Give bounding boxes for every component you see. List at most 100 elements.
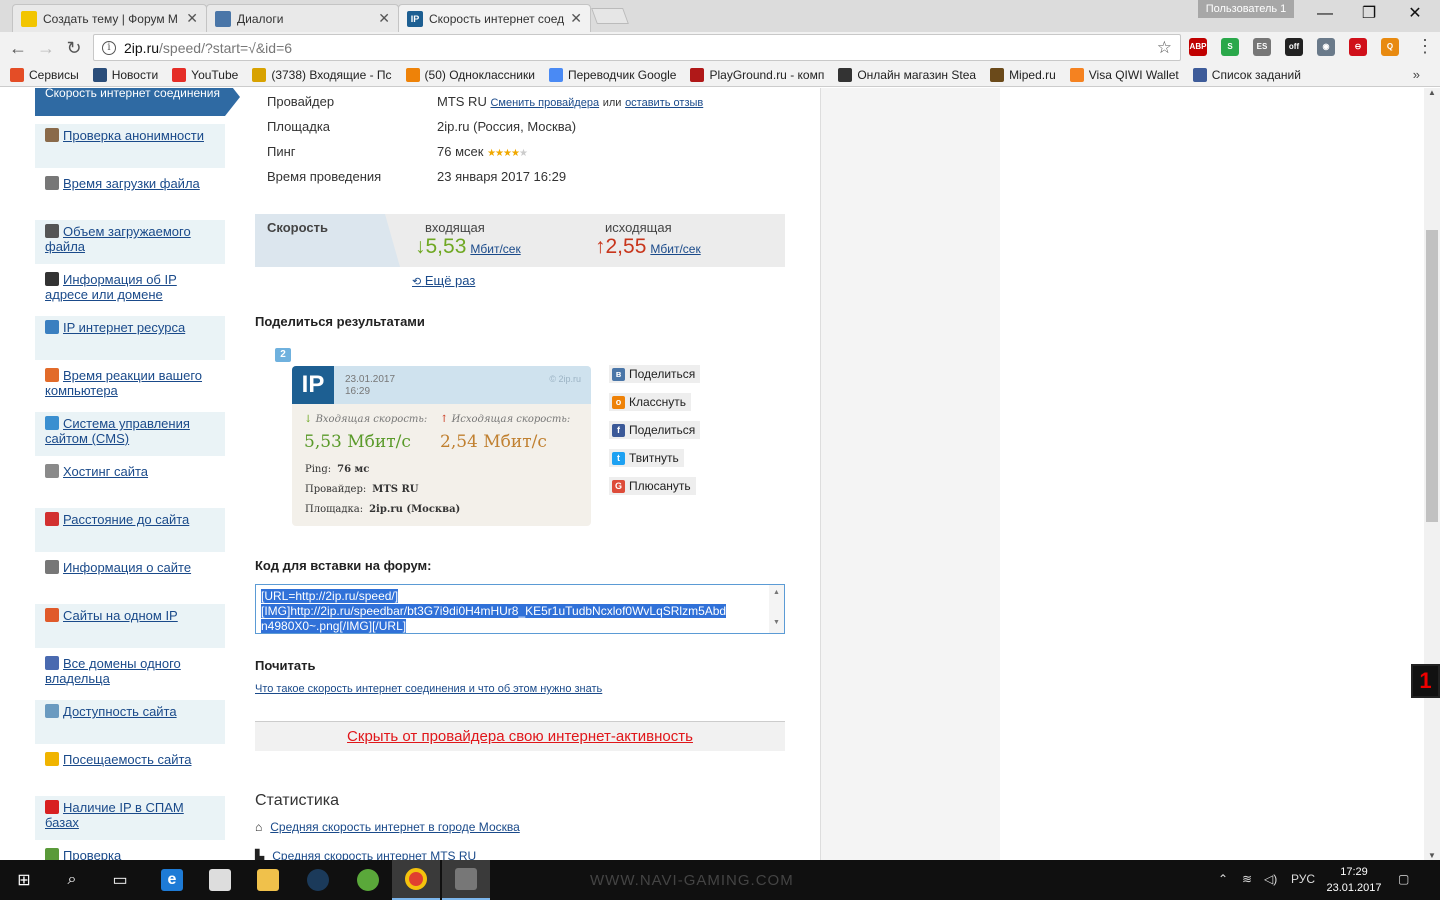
sidebar-item[interactable]: Проверка анонимности — [35, 124, 225, 168]
new-tab-button[interactable] — [591, 8, 629, 24]
sidebar-item[interactable]: IP интернет ресурса — [35, 316, 225, 360]
hide-activity-link[interactable]: Скрыть от провайдера свою интернет-актив… — [347, 728, 693, 745]
clock[interactable]: 17:29 23.01.2017 — [1326, 864, 1382, 896]
reload-icon[interactable]: ↻ — [63, 37, 85, 59]
volume-icon[interactable]: ◁) — [1264, 872, 1277, 886]
address-bar[interactable]: i 2ip.ru/speed/?start=√&id=6 ☆ — [93, 34, 1181, 61]
proxy-icon[interactable]: off — [1285, 38, 1303, 56]
bookmark-item[interactable]: PlayGround.ru - комп — [690, 67, 824, 82]
scroll-thumb[interactable] — [1426, 230, 1438, 522]
sidebar-item-label[interactable]: Время реакции вашего компьютера — [45, 368, 202, 398]
sidebar-item[interactable]: Расстояние до сайта — [35, 508, 225, 552]
chevron-up-icon[interactable]: ⌃ — [1218, 872, 1228, 886]
bookmark-item[interactable]: Visa QIWI Wallet — [1069, 67, 1179, 82]
sidebar-item-label[interactable]: IP интернет ресурса — [63, 320, 185, 335]
sidebar-item[interactable]: Время загрузки файла — [35, 172, 225, 216]
share-button[interactable]: f Поделиться — [609, 421, 701, 439]
sidebar-item[interactable]: Объем загружаемого файла — [35, 220, 225, 264]
tab-dialogs[interactable]: Диалоги ✕ — [206, 4, 399, 32]
bookmark-item[interactable]: (50) Одноклассники — [405, 67, 535, 82]
forum-code-textarea[interactable]: [URL=http://2ip.ru/speed/] [IMG]http://2… — [255, 584, 785, 634]
sidebar-item-label[interactable]: Сайты на одном IP — [63, 608, 178, 623]
sidebar-item[interactable]: Доступность сайта — [35, 700, 225, 744]
es-icon[interactable]: ES — [1253, 38, 1271, 56]
close-icon[interactable]: ✕ — [570, 10, 582, 27]
bookmark-item[interactable]: YouTube — [172, 67, 238, 82]
notifications-icon[interactable]: ▢ — [1398, 872, 1409, 886]
close-window-icon[interactable]: ✕ — [1392, 0, 1438, 28]
sidebar-item-label[interactable]: Доступность сайта — [63, 704, 177, 719]
wifi-icon[interactable]: ≋ — [1242, 872, 1252, 886]
sidebar-item-label[interactable]: Объем загружаемого файла — [45, 224, 191, 254]
back-arrow-icon[interactable]: ← — [7, 37, 29, 59]
sidebar-item[interactable]: Информация об IP адресе или домене — [35, 268, 225, 312]
scroll-down-icon[interactable]: ▼ — [1424, 851, 1440, 860]
sidebar-item-active[interactable]: Скорость интернет соединения — [35, 88, 240, 116]
minimize-icon[interactable]: — — [1302, 0, 1348, 28]
sidebar-item-label[interactable]: Все домены одного владельца — [45, 656, 181, 686]
bookmark-item[interactable]: Список заданий — [1192, 67, 1301, 82]
sidebar-item-label[interactable]: Проверка анонимности — [63, 128, 204, 143]
bookmark-item[interactable]: Переводчик Google — [548, 67, 676, 82]
steam-icon[interactable] — [294, 860, 342, 900]
explorer-icon[interactable] — [244, 860, 292, 900]
textarea-scrollbar[interactable]: ▲ ▼ — [769, 585, 784, 633]
sidebar-item-label[interactable]: Посещаемость сайта — [63, 752, 192, 767]
tab-speed[interactable]: IP Скорость интернет соед ✕ — [398, 4, 591, 32]
block-icon[interactable]: ⊖ — [1349, 38, 1367, 56]
task-view-icon[interactable]: ▭ — [96, 860, 144, 900]
upload-unit-link[interactable]: Мбит/сек — [650, 242, 700, 256]
sidebar-item[interactable]: Хостинг сайта — [35, 460, 225, 504]
scroll-up-icon[interactable]: ▲ — [1424, 88, 1440, 97]
chrome-icon[interactable] — [392, 860, 440, 900]
adblock-icon[interactable]: ABP — [1189, 38, 1207, 56]
sidebar-item[interactable]: Время реакции вашего компьютера — [35, 364, 225, 408]
search-icon[interactable]: ⌕ — [48, 860, 96, 900]
sidebar-item-label[interactable]: Информация об IP адресе или домене — [45, 272, 177, 302]
sidebar-item-label[interactable]: Наличие IP в СПАМ базах — [45, 800, 184, 830]
bookmark-item[interactable]: Сервисы — [10, 67, 79, 82]
bookmark-star-icon[interactable]: ☆ — [1157, 38, 1172, 58]
eye-icon[interactable]: ◉ — [1317, 38, 1335, 56]
sidebar-item-label[interactable]: Информация о сайте — [63, 560, 191, 575]
search-ext-icon[interactable]: Q — [1381, 38, 1399, 56]
sidebar-item-label[interactable]: Время загрузки файла — [63, 176, 200, 191]
close-icon[interactable]: ✕ — [378, 10, 390, 27]
sidebar-item-label[interactable]: Система управления сайтом (CMS) — [45, 416, 190, 446]
page-scrollbar[interactable]: ▲ ▼ — [1424, 88, 1440, 860]
bookmarks-overflow-icon[interactable]: » — [1413, 67, 1420, 82]
sidebar-item[interactable]: Информация о сайте — [35, 556, 225, 600]
share-button[interactable]: в Поделиться — [609, 365, 701, 383]
profile-button[interactable]: Пользователь 1 — [1198, 0, 1294, 18]
sidebar-item[interactable]: Сайты на одном IP — [35, 604, 225, 648]
sidebar-item[interactable]: Система управления сайтом (CMS) — [35, 412, 225, 456]
sidebar-item[interactable]: Проверка — [35, 844, 225, 860]
sidebar-item[interactable]: Посещаемость сайта — [35, 748, 225, 792]
share-button[interactable]: G Плюсануть — [609, 477, 696, 495]
overlay-widget[interactable]: 1 — [1411, 664, 1440, 698]
change-provider-link[interactable]: Сменить провайдера — [490, 97, 599, 109]
sidebar-item[interactable]: Наличие IP в СПАМ базах — [35, 796, 225, 840]
sidebar-item-label[interactable]: Проверка — [63, 848, 121, 860]
sidebar-item-label[interactable]: Хостинг сайта — [63, 464, 148, 479]
wot-icon[interactable] — [442, 860, 490, 900]
bookmark-item[interactable]: Miped.ru — [990, 67, 1056, 82]
sidebar-item-label[interactable]: Расстояние до сайта — [63, 512, 189, 527]
bookmark-item[interactable]: (3738) Входящие - Пс — [252, 67, 392, 82]
share-button[interactable]: о Класснуть — [609, 393, 692, 411]
game-icon[interactable] — [344, 860, 392, 900]
info-icon[interactable]: i — [102, 40, 116, 55]
bookmark-item[interactable]: Онлайн магазин Stea — [838, 67, 976, 82]
menu-icon[interactable]: ⋮ — [1416, 36, 1434, 57]
close-icon[interactable]: ✕ — [186, 10, 198, 27]
article-link[interactable]: Что такое скорость интернет соединения и… — [255, 683, 602, 695]
tab-forum[interactable]: Создать тему | Форум M ✕ — [12, 4, 207, 32]
language-indicator[interactable]: РУС — [1291, 872, 1315, 886]
edge-icon[interactable]: e — [148, 860, 196, 900]
result-card[interactable]: IP 23.01.2017 16:29 © 2ip.ru ↓ Входящая … — [292, 366, 591, 526]
windows-start-icon[interactable]: ⊞ — [0, 860, 48, 900]
sidebar-item[interactable]: Все домены одного владельца — [35, 652, 225, 696]
bookmark-item[interactable]: Новости — [92, 67, 158, 82]
store-icon[interactable] — [196, 860, 244, 900]
download-unit-link[interactable]: Мбит/сек — [470, 242, 520, 256]
